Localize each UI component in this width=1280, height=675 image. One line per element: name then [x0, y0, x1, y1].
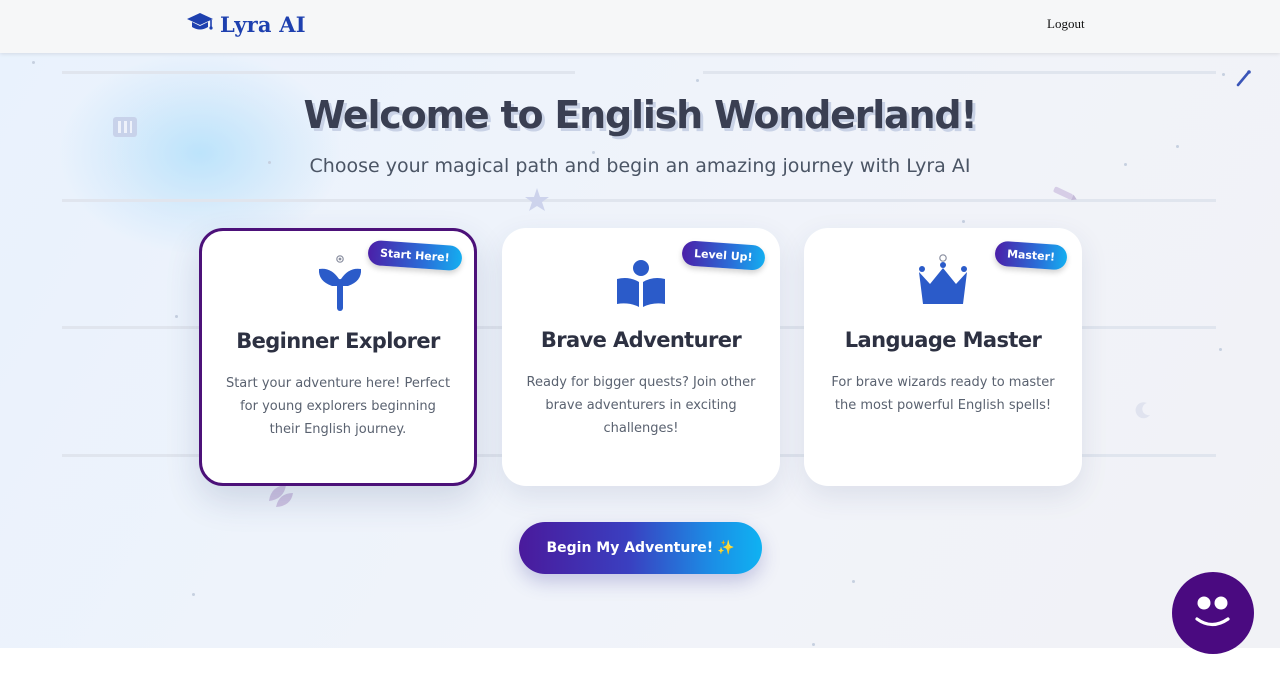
level-description: For brave wizards ready to master the mo…	[831, 375, 1055, 413]
top-navbar: Lyra AI Logout	[0, 0, 1280, 53]
level-description: Start your adventure here! Perfect for y…	[225, 376, 451, 437]
background-glow	[60, 53, 340, 253]
sparkle-dot	[1176, 145, 1179, 148]
level-title: Beginner Explorer	[236, 329, 440, 353]
smiley-face-icon	[1172, 596, 1254, 658]
sparkles-icon: ✨	[717, 540, 735, 556]
page-title: Welcome to English Wonderland!	[303, 93, 978, 137]
hero-section: Welcome to English Wonderland! Choose yo…	[0, 53, 1280, 648]
brand-logo[interactable]: Lyra AI	[186, 11, 306, 37]
pencil-icon	[1050, 185, 1080, 207]
brand-name: Lyra AI	[220, 11, 306, 37]
star-icon	[524, 187, 550, 217]
sparkle-dot	[1222, 73, 1225, 76]
sparkle-dot	[962, 220, 965, 223]
begin-adventure-button[interactable]: Begin My Adventure! ✨	[519, 522, 762, 574]
level-badge: Level Up!	[681, 240, 766, 271]
page-footer-area	[0, 648, 1280, 675]
sparkle-dot	[696, 79, 699, 82]
sparkle-dot	[812, 643, 815, 646]
crown-icon	[913, 252, 973, 312]
notebook-line	[703, 71, 1216, 74]
moon-icon	[1134, 401, 1152, 423]
begin-adventure-label: Begin My Adventure!	[546, 540, 714, 556]
level-card-master[interactable]: Master! Language Master For brave wizard…	[804, 228, 1082, 486]
magic-wand-icon	[1236, 69, 1252, 91]
level-card-adventurer[interactable]: Level Up! Brave Adventurer Ready for big…	[502, 228, 780, 486]
notebook-line	[62, 199, 1216, 202]
sparkle-dot	[192, 593, 195, 596]
level-title: Brave Adventurer	[540, 328, 742, 352]
logout-link[interactable]: Logout	[1047, 16, 1085, 32]
sparkle-dot	[852, 580, 855, 583]
level-title: Language Master	[844, 328, 1042, 352]
page-subtitle: Choose your magical path and begin an am…	[309, 155, 971, 177]
sparkle-dot	[32, 61, 35, 64]
sprout-icon	[308, 255, 368, 315]
level-description: Ready for bigger quests? Join other brav…	[526, 375, 756, 436]
leaf-icon	[266, 483, 296, 513]
sparkle-dot	[175, 315, 178, 318]
graduation-cap-icon	[186, 11, 214, 37]
level-card-beginner[interactable]: Start Here! Beginner Explorer Start your…	[199, 228, 477, 486]
sparkle-dot	[592, 151, 595, 154]
mascot-chat-button[interactable]	[1172, 572, 1254, 654]
reader-book-icon	[611, 252, 671, 312]
level-badge: Start Here!	[367, 239, 463, 272]
level-badge: Master!	[994, 240, 1068, 271]
notebook-line	[62, 71, 575, 74]
sparkle-dot	[1219, 348, 1222, 351]
